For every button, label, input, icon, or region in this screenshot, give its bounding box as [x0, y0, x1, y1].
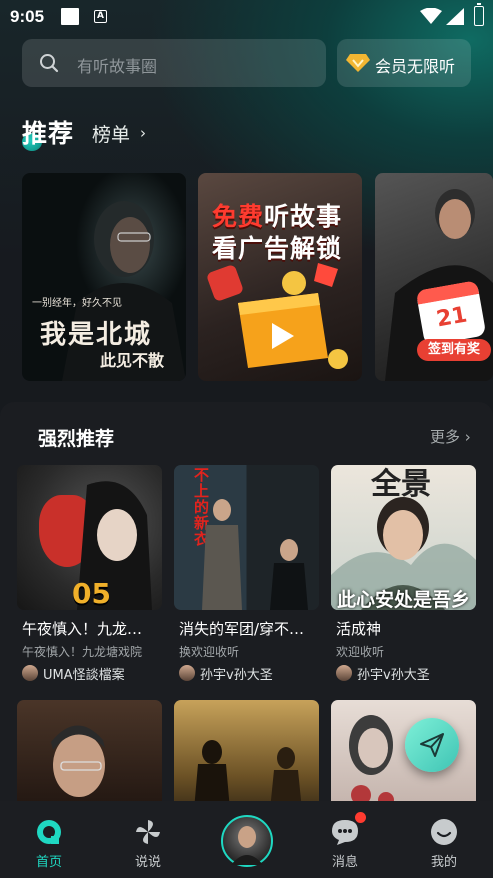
card-cover-2[interactable]: 不上的新衣 — [174, 465, 319, 610]
banner-1-line1: 一别经年，好久不见 — [32, 298, 122, 309]
card-subtitle: 欢迎收听 — [336, 645, 385, 659]
home-icon — [37, 820, 61, 844]
nav-home[interactable] — [19, 818, 79, 850]
app-screen: { "status_bar": {"time": "9:05", "access… — [0, 0, 493, 878]
banner-1-line3: 此见不散 — [100, 351, 165, 370]
cover-bottom-text: 此心安处是吾乡 — [337, 589, 471, 610]
nav-messages[interactable] — [315, 818, 375, 850]
card-author[interactable]: 孙宇v孙大圣 — [179, 663, 273, 683]
search-icon — [40, 54, 59, 73]
accessibility-icon: A — [94, 10, 107, 23]
unread-dot — [355, 812, 366, 823]
card-title[interactable]: 午夜慎入！九龙… — [22, 618, 167, 639]
banner-card-1[interactable]: 一别经年，好久不见 我是北城 此见不散 — [22, 173, 186, 381]
card-subtitle: 换欢迎收听 — [179, 645, 240, 659]
episode-number: 05 — [72, 577, 111, 610]
banner-card-2[interactable]: 免费听故事 看广告解锁 — [198, 173, 362, 381]
nav-shuoshuo-label[interactable]: 说说 — [118, 851, 178, 870]
card-subtitle: 午夜慎入！九龙塘戏院 — [22, 645, 143, 659]
wifi-icon — [420, 8, 442, 24]
pinwheel-icon — [136, 820, 160, 844]
nav-profile-label[interactable]: 我的 — [414, 851, 474, 870]
card-cover-4[interactable] — [17, 700, 162, 810]
profile-icon — [431, 819, 457, 845]
vip-label: 会员无限听 — [375, 57, 456, 76]
card-cover-5[interactable] — [174, 700, 319, 810]
card-cover-1[interactable]: 05 — [17, 465, 162, 610]
card-title[interactable]: 活成神 — [336, 618, 481, 639]
search-bar[interactable]: 有听故事圈 — [22, 39, 326, 87]
avatar — [179, 665, 195, 681]
chat-icon — [332, 820, 358, 845]
card-title[interactable]: 消失的军团/穿不… — [179, 618, 324, 639]
publish-button[interactable] — [405, 718, 459, 772]
avatar — [231, 826, 263, 865]
notification-icon — [61, 8, 79, 25]
tab-ranking[interactable]: 榜单 — [92, 120, 130, 147]
avatar — [22, 665, 38, 681]
section-title: 强烈推荐 — [38, 428, 115, 450]
tab-recommend[interactable]: 推荐 — [22, 114, 74, 150]
more-link[interactable]: 更多 › — [430, 426, 471, 447]
vip-button[interactable]: 会员无限听 — [337, 39, 471, 87]
paper-plane-icon — [420, 733, 444, 757]
gift-box-icon — [207, 263, 348, 369]
silhouette-image — [194, 740, 302, 810]
calendar-icon: 21 — [415, 280, 487, 346]
battery-icon — [474, 3, 484, 26]
chevron-right-icon: › — [140, 124, 146, 142]
card-author-name: 孙宇v孙大圣 — [200, 667, 273, 683]
card-author-name: 孙宇v孙大圣 — [357, 667, 430, 683]
nav-messages-label[interactable]: 消息 — [315, 851, 375, 870]
banner-1-title: 我是北城 — [40, 320, 153, 350]
signal-icon — [446, 8, 464, 25]
figure-image — [202, 499, 308, 610]
status-bar: 9:05 A — [0, 0, 493, 34]
diamond-icon — [346, 54, 370, 72]
card-author[interactable]: 孙宇v孙大圣 — [336, 663, 430, 683]
card-author[interactable]: UMA怪談檔案 — [22, 663, 125, 683]
sign-in-badge[interactable]: 签到有奖 — [417, 339, 491, 361]
nav-center-avatar[interactable] — [221, 815, 273, 867]
status-time: 9:05 — [10, 7, 45, 26]
avatar — [336, 665, 352, 681]
nav-home-label[interactable]: 首页 — [19, 851, 79, 870]
search-placeholder: 有听故事圈 — [77, 57, 158, 76]
card-author-name: UMA怪談檔案 — [43, 667, 125, 683]
portrait-image — [51, 725, 105, 797]
calendar-day: 21 — [434, 302, 470, 333]
nav-profile[interactable] — [414, 818, 474, 850]
nav-shuoshuo[interactable] — [118, 818, 178, 850]
card-cover-3[interactable]: 全景 此心安处是吾乡 — [331, 465, 476, 610]
